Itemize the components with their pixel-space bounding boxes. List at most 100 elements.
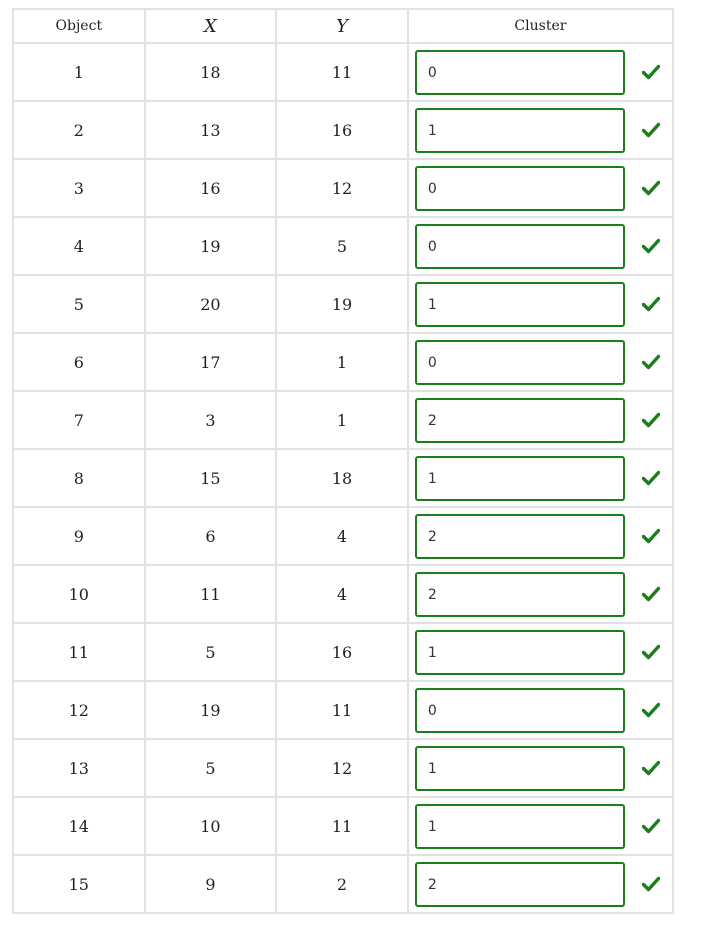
cluster-input[interactable] xyxy=(414,804,625,849)
cluster-cell xyxy=(409,392,675,448)
cluster-input[interactable] xyxy=(414,572,625,617)
y-cell: 19 xyxy=(277,276,409,332)
cluster-cell xyxy=(409,450,675,506)
x-cell: 3 xyxy=(146,392,278,448)
object-value: 1 xyxy=(73,62,84,82)
y-value: 18 xyxy=(331,468,353,488)
cluster-input[interactable] xyxy=(414,50,625,95)
table-row: 12 19 11 xyxy=(14,682,675,740)
cluster-cell xyxy=(409,334,675,390)
x-value: 17 xyxy=(200,352,221,372)
object-value: 9 xyxy=(73,526,84,546)
y-value: 1 xyxy=(336,410,348,430)
x-cell: 5 xyxy=(146,740,278,796)
table-row: 2 13 16 xyxy=(14,102,675,160)
y-cell: 11 xyxy=(277,682,409,738)
checkmark-icon xyxy=(641,238,660,254)
object-cell: 15 xyxy=(14,856,146,912)
y-cell: 12 xyxy=(277,160,409,216)
x-value: 19 xyxy=(200,236,221,256)
cluster-input[interactable] xyxy=(414,746,625,791)
object-cell: 7 xyxy=(14,392,146,448)
object-value: 4 xyxy=(73,236,84,256)
x-cell: 15 xyxy=(146,450,278,506)
y-cell: 16 xyxy=(277,102,409,158)
x-value: 5 xyxy=(205,642,216,662)
object-cell: 1 xyxy=(14,44,146,100)
object-value: 10 xyxy=(68,584,89,604)
x-value: 18 xyxy=(200,62,221,82)
table-row: 7 3 1 xyxy=(14,392,675,450)
table-row: 13 5 12 xyxy=(14,740,675,798)
cluster-input[interactable] xyxy=(414,630,625,675)
cluster-input[interactable] xyxy=(414,340,625,385)
cluster-input[interactable] xyxy=(414,398,625,443)
checkmark-icon xyxy=(641,296,660,312)
object-cell: 14 xyxy=(14,798,146,854)
header-x-label: X xyxy=(204,15,217,37)
y-value: 19 xyxy=(331,294,353,314)
x-value: 20 xyxy=(200,294,221,314)
x-value: 3 xyxy=(205,410,216,430)
header-y: Y xyxy=(277,10,409,42)
x-value: 9 xyxy=(205,874,216,894)
x-value: 5 xyxy=(205,758,216,778)
cluster-input[interactable] xyxy=(414,514,625,559)
object-value: 3 xyxy=(73,178,84,198)
cluster-cell xyxy=(409,508,675,564)
y-value: 4 xyxy=(336,584,348,604)
cluster-table: Object X Y Cluster 118112131631612419552… xyxy=(12,8,675,914)
x-cell: 20 xyxy=(146,276,278,332)
cluster-input[interactable] xyxy=(414,166,625,211)
y-cell: 5 xyxy=(277,218,409,274)
cluster-cell xyxy=(409,566,675,622)
x-cell: 19 xyxy=(146,218,278,274)
checkmark-icon xyxy=(641,586,660,602)
y-value: 5 xyxy=(336,236,348,256)
cluster-cell xyxy=(409,682,675,738)
object-value: 8 xyxy=(73,468,84,488)
checkmark-icon xyxy=(641,818,660,834)
x-value: 6 xyxy=(205,526,216,546)
cluster-input[interactable] xyxy=(414,224,625,269)
cluster-cell xyxy=(409,798,675,854)
x-value: 16 xyxy=(200,178,221,198)
x-cell: 6 xyxy=(146,508,278,564)
y-value: 16 xyxy=(331,120,353,140)
object-cell: 2 xyxy=(14,102,146,158)
x-value: 10 xyxy=(200,816,221,836)
y-cell: 12 xyxy=(277,740,409,796)
cluster-input[interactable] xyxy=(414,688,625,733)
object-cell: 5 xyxy=(14,276,146,332)
table-row: 8 15 18 xyxy=(14,450,675,508)
cluster-input[interactable] xyxy=(414,862,625,907)
y-value: 11 xyxy=(331,700,353,720)
y-cell: 4 xyxy=(277,508,409,564)
object-value: 12 xyxy=(68,700,89,720)
y-cell: 18 xyxy=(277,450,409,506)
cluster-input[interactable] xyxy=(414,108,625,153)
header-object: Object xyxy=(14,10,146,42)
y-cell: 2 xyxy=(277,856,409,912)
x-cell: 18 xyxy=(146,44,278,100)
y-cell: 16 xyxy=(277,624,409,680)
x-cell: 10 xyxy=(146,798,278,854)
y-value: 4 xyxy=(336,526,348,546)
cluster-input[interactable] xyxy=(414,456,625,501)
object-value: 15 xyxy=(68,874,89,894)
checkmark-icon xyxy=(641,64,660,80)
y-cell: 1 xyxy=(277,392,409,448)
object-value: 2 xyxy=(73,120,84,140)
checkmark-icon xyxy=(641,702,660,718)
y-cell: 11 xyxy=(277,44,409,100)
object-value: 14 xyxy=(68,816,89,836)
cluster-input[interactable] xyxy=(414,282,625,327)
table-row: 3 16 12 xyxy=(14,160,675,218)
checkmark-icon xyxy=(641,412,660,428)
object-value: 13 xyxy=(68,758,89,778)
checkmark-icon xyxy=(641,354,660,370)
table-header-row: Object X Y Cluster xyxy=(14,10,675,44)
x-cell: 16 xyxy=(146,160,278,216)
cluster-cell xyxy=(409,218,675,274)
cluster-cell xyxy=(409,160,675,216)
